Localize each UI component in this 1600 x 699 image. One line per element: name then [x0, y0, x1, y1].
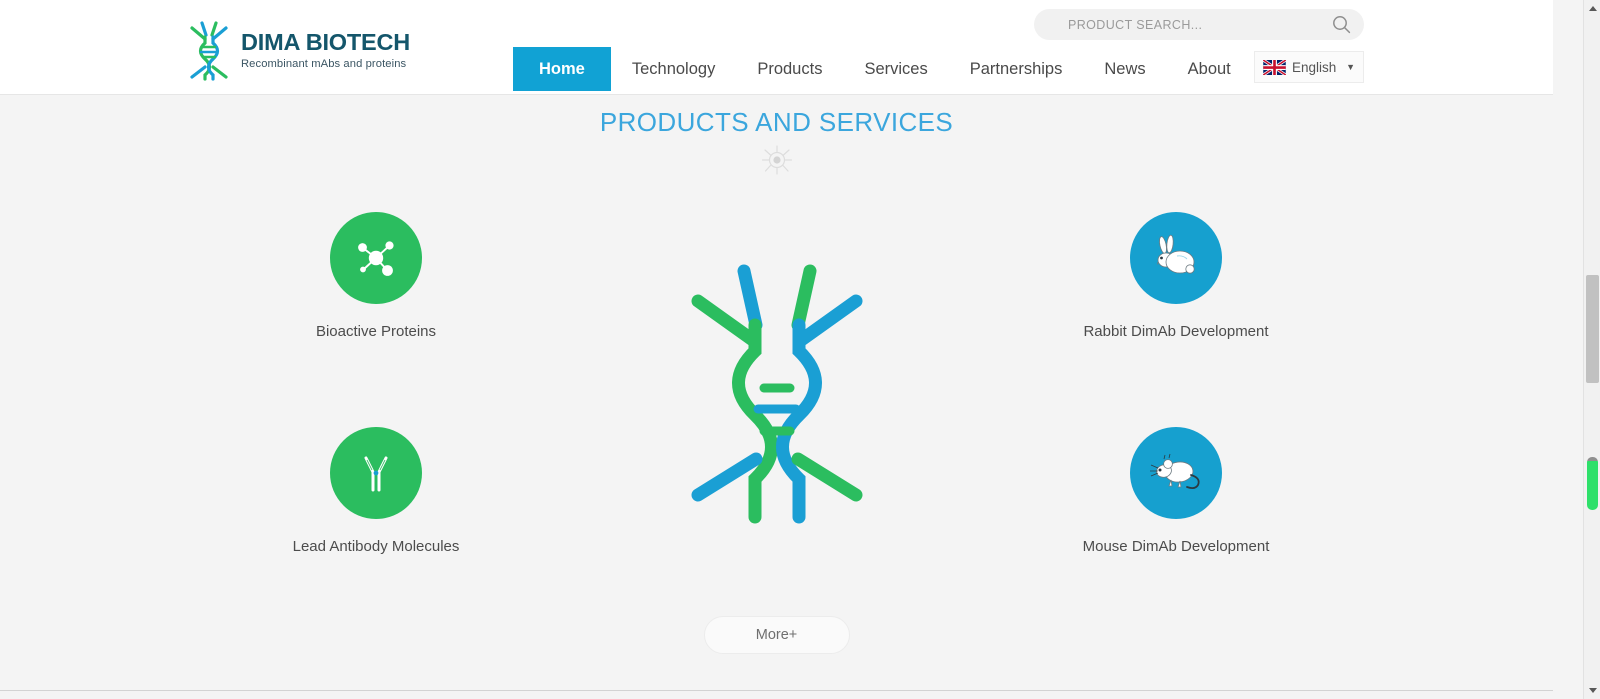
nav-item-about[interactable]: About [1167, 47, 1252, 91]
logo-text-block: DIMA BIOTECH Recombinant mAbs and protei… [241, 29, 411, 70]
feature-label: Lead Antibody Molecules [292, 538, 460, 555]
language-selector[interactable]: English ▼ [1254, 51, 1364, 83]
scrollbar-thumb[interactable] [1586, 275, 1599, 383]
feature-icon-circle[interactable] [330, 427, 422, 519]
feature-bioactive-proteins[interactable]: Bioactive Proteins [226, 212, 526, 340]
scroll-up-button[interactable] [1584, 0, 1600, 17]
feature-lead-antibody-molecules[interactable]: Lead Antibody Molecules [226, 427, 526, 555]
feature-mouse-dimab-development[interactable]: Mouse DimAb Development [1026, 427, 1326, 555]
search-icon[interactable] [1324, 9, 1358, 40]
vertical-scrollbar[interactable] [1583, 0, 1600, 699]
scrollbar-position-marker [1587, 457, 1598, 510]
page-title: PRODUCTS AND SERVICES [599, 107, 954, 137]
antibody-icon [364, 456, 388, 492]
language-label: English [1292, 59, 1337, 75]
feature-label: Bioactive Proteins [315, 323, 437, 340]
dna-helix-icon [190, 21, 228, 81]
rabbit-icon [1157, 234, 1195, 274]
search-input[interactable] [1034, 17, 1324, 32]
chevron-down-icon: ▼ [1346, 62, 1355, 72]
dna-double-helix-graphic [691, 264, 862, 524]
virus-cell-icon [761, 145, 792, 175]
feature-icon-circle[interactable] [330, 212, 422, 304]
nav-item-home[interactable]: Home [513, 47, 611, 91]
nav-item-news[interactable]: News [1083, 47, 1166, 91]
site-header: DIMA BIOTECH Recombinant mAbs and protei… [0, 0, 1553, 95]
uk-flag-icon [1263, 59, 1286, 75]
main-navigation: Home Technology Products Services Partne… [513, 47, 1252, 91]
nav-item-services[interactable]: Services [843, 47, 948, 91]
feature-label: Rabbit DimAb Development [1083, 323, 1269, 340]
logo-tagline: Recombinant mAbs and proteins [241, 57, 407, 70]
logo-title: DIMA BIOTECH [241, 29, 411, 56]
browser-viewport: DIMA BIOTECH Recombinant mAbs and protei… [0, 0, 1600, 699]
search-box[interactable] [1034, 9, 1364, 40]
nav-item-products[interactable]: Products [736, 47, 843, 91]
mouse-icon [1150, 453, 1200, 490]
feature-rabbit-dimab-development[interactable]: Rabbit DimAb Development [1026, 212, 1326, 340]
more-button[interactable]: More+ [703, 616, 850, 654]
page-content: DIMA BIOTECH Recombinant mAbs and protei… [0, 0, 1553, 699]
site-logo[interactable]: DIMA BIOTECH Recombinant mAbs and protei… [186, 17, 410, 83]
scroll-down-button[interactable] [1584, 682, 1600, 699]
feature-icon-circle[interactable] [1130, 212, 1222, 304]
main-section: PRODUCTS AND SERVICES Bioactive Proteins… [0, 95, 1553, 699]
nav-item-partnerships[interactable]: Partnerships [949, 47, 1084, 91]
molecule-icon [358, 241, 394, 276]
nav-item-technology[interactable]: Technology [611, 47, 736, 91]
feature-icon-circle[interactable] [1130, 427, 1222, 519]
bottom-divider [0, 690, 1553, 691]
feature-label: Mouse DimAb Development [1082, 538, 1270, 555]
